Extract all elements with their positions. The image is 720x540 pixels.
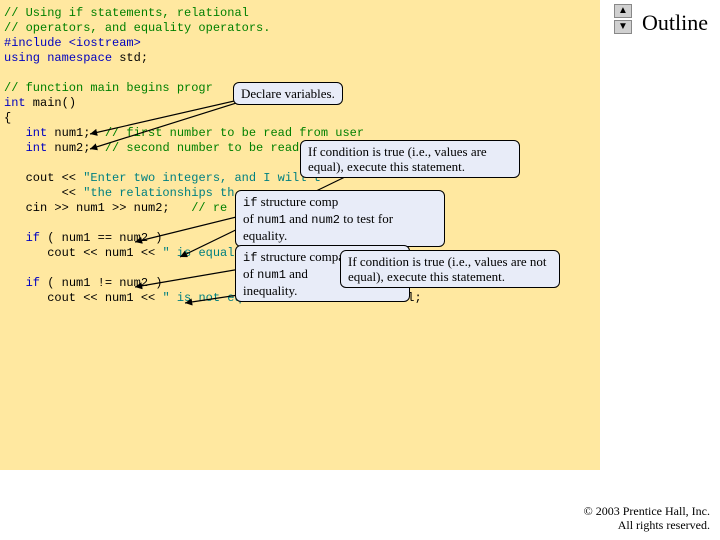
code-token: ( num1 != num2 ) — [40, 276, 162, 290]
callout-if-true-equal: If condition is true (i.e., values are e… — [300, 140, 520, 178]
code-token: << — [4, 186, 83, 200]
code-token: "Enter two integers, and I will t — [83, 171, 321, 185]
outline-title: Outline — [642, 10, 708, 36]
callout-text: Declare variables. — [241, 86, 335, 101]
code-token: num1; — [47, 126, 105, 140]
nav-arrows: ▲ ▼ — [614, 4, 632, 34]
callout-text: and — [286, 266, 308, 281]
code-token: cout << num1 << — [4, 246, 162, 260]
code-token: "the relationships th — [83, 186, 234, 200]
callout-if-true-notequal: If condition is true (i.e., values are n… — [340, 250, 560, 288]
code-token: cout << num1 << — [4, 291, 162, 305]
code-token: int — [4, 141, 47, 155]
callout-text: structure comp — [257, 194, 338, 209]
code-token: // first number to be read from user — [105, 126, 364, 140]
code-token: " is equal — [162, 246, 234, 260]
code-token: // second number to be read fr — [105, 141, 321, 155]
callout-text: and — [286, 211, 311, 226]
code-token: cout << — [4, 171, 83, 185]
callout-text: inequality. — [243, 283, 297, 298]
code-token: // re — [191, 201, 227, 215]
nav-up-button[interactable]: ▲ — [614, 4, 632, 18]
callout-text: If condition is true (i.e., values are n… — [348, 254, 547, 284]
callout-if-structure-equality: if structure comp of num1 and num2 to te… — [235, 190, 445, 247]
code-token: std; — [112, 51, 148, 65]
code-token: using — [4, 51, 40, 65]
callout-mono: if — [243, 196, 257, 210]
code-token: int — [4, 96, 26, 110]
callout-mono: num2 — [311, 213, 340, 227]
code-token: main() — [26, 96, 76, 110]
code-token: int — [4, 126, 47, 140]
callout-text: of — [243, 211, 257, 226]
callout-text: If condition is true (i.e., values are e… — [308, 144, 487, 174]
callout-mono: num1 — [257, 213, 286, 227]
code-token: cin >> num1 >> num2; — [4, 201, 191, 215]
callout-mono: if — [243, 251, 257, 265]
code-token: if — [4, 231, 40, 245]
copyright-line1: © 2003 Prentice Hall, Inc. — [584, 504, 710, 518]
nav-down-button[interactable]: ▼ — [614, 20, 632, 34]
code-token: if — [4, 276, 40, 290]
code-line: // operators, and equality operators. — [4, 21, 270, 35]
callout-declare-vars: Declare variables. — [233, 82, 343, 105]
code-line: // function main begins progr — [4, 81, 213, 95]
code-token: ( num1 == num2 ) — [40, 231, 162, 245]
copyright-line2: All rights reserved. — [584, 518, 710, 532]
code-token: namespace — [40, 51, 112, 65]
code-line: #include <iostream> — [4, 36, 141, 50]
copyright: © 2003 Prentice Hall, Inc. All rights re… — [584, 504, 710, 532]
code-line: { — [4, 111, 11, 125]
callout-mono: num1 — [257, 268, 286, 282]
code-token: num2; — [47, 141, 105, 155]
code-line: // Using if statements, relational — [4, 6, 249, 20]
